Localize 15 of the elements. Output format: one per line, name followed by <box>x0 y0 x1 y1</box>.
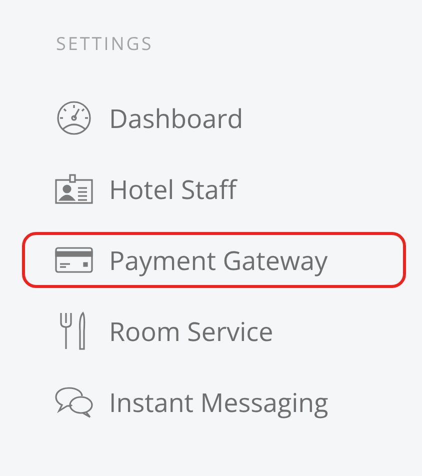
menu-item[interactable]: Hotel Staff <box>22 161 406 217</box>
menu-item-label: Payment Gateway <box>109 242 328 278</box>
section-heading: SETTINGS <box>56 32 154 56</box>
menu-item-label: Room Service <box>109 313 274 349</box>
credit-card-icon <box>54 246 94 274</box>
id-card-icon <box>54 173 94 205</box>
menu-item[interactable]: Room Service <box>22 303 406 359</box>
menu-item-label: Dashboard <box>109 100 244 136</box>
menu-item-label: Hotel Staff <box>109 171 236 207</box>
chat-bubbles-icon <box>54 385 94 419</box>
menu-item[interactable]: Dashboard <box>22 90 406 146</box>
menu-item[interactable]: Instant Messaging <box>22 374 406 430</box>
menu-item-label: Instant Messaging <box>109 384 328 420</box>
gauge-icon <box>54 100 94 136</box>
menu-item[interactable]: Payment Gateway <box>22 232 406 288</box>
